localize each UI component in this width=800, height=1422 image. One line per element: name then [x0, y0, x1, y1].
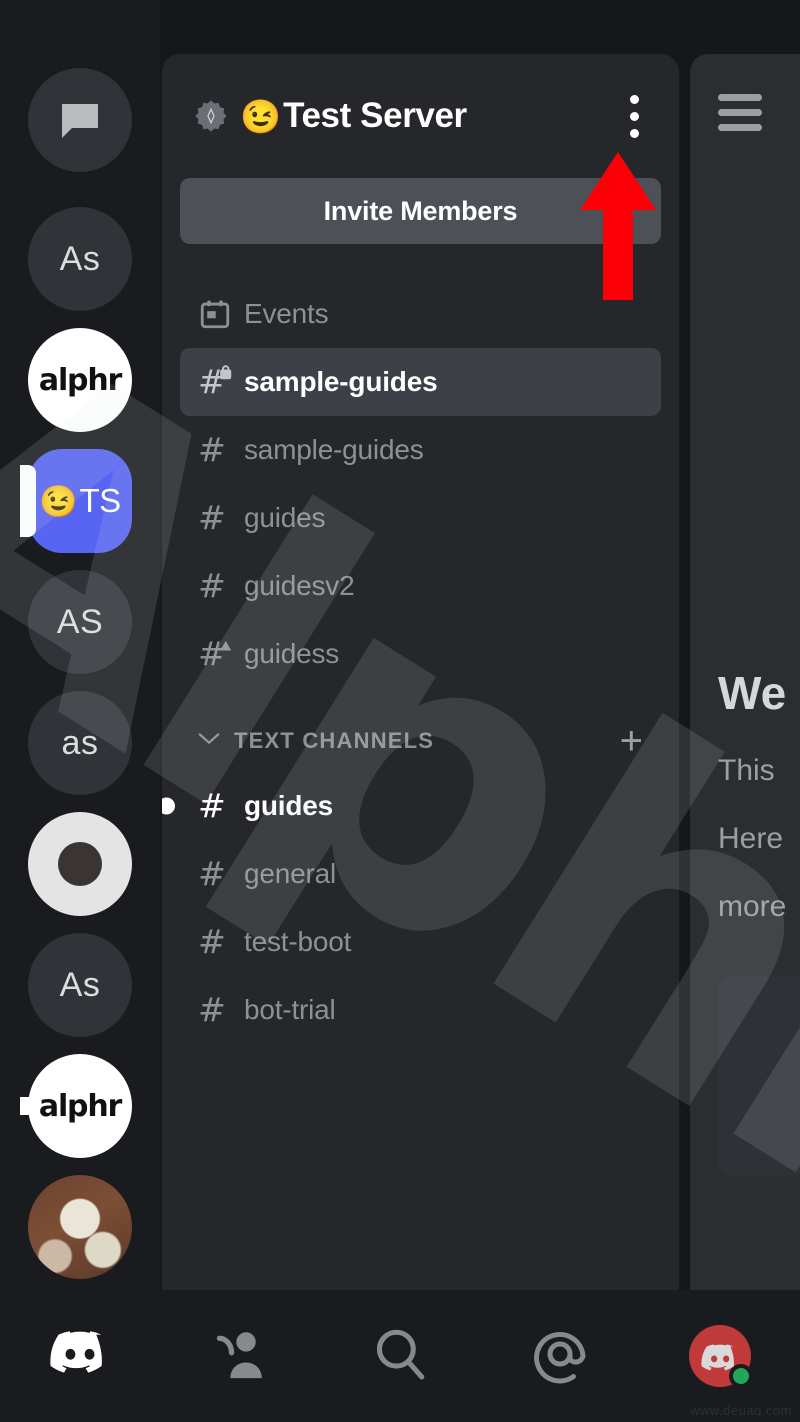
- sidebar-item-guild-as-4[interactable]: As: [28, 933, 132, 1037]
- channel-label: guides: [244, 502, 326, 533]
- at-mention-icon: [530, 1324, 590, 1389]
- channel-item-test-boot[interactable]: # test-boot: [180, 908, 661, 976]
- welcome-line-3: more: [718, 890, 787, 923]
- channel-label: guidess: [244, 638, 340, 669]
- server-emoji: 😉: [240, 97, 282, 135]
- chat-body: We This Here more: [690, 178, 800, 1204]
- hamburger-menu-icon[interactable]: [718, 93, 762, 139]
- hash-icon: #: [198, 789, 244, 823]
- guild-avatar-test-server: 😉 TS: [28, 449, 132, 553]
- sidebar-item-guild-alphr-1[interactable]: alphr: [28, 328, 132, 432]
- sidebar-item-guild-as-3[interactable]: as: [28, 691, 132, 795]
- svg-text:#: #: [198, 569, 226, 603]
- channel-label: test-boot: [244, 926, 352, 957]
- sidebar-item-guild-as-1[interactable]: As: [28, 207, 132, 311]
- hash-icon: #: [198, 501, 244, 535]
- welcome-title: We: [718, 667, 787, 719]
- discord-mobile-screen: We This Here more As alphr 😉 TS AS as As…: [0, 0, 800, 1422]
- welcome-line-2: Here: [718, 822, 784, 855]
- guild-wordmark: alphr: [28, 328, 132, 432]
- svg-text:#: #: [198, 637, 226, 671]
- channel-item-sample-guides[interactable]: # sample-guides: [180, 416, 661, 484]
- chat-panel: We This Here more: [690, 54, 800, 1290]
- nav-friends[interactable]: [160, 1290, 320, 1422]
- calendar-icon: [198, 297, 244, 331]
- hash-warning-icon: #: [198, 637, 244, 671]
- hash-icon: #: [198, 569, 244, 603]
- sidebar-item-guild-as-2[interactable]: AS: [28, 570, 132, 674]
- guild-avatar-photo: [28, 1175, 132, 1279]
- search-icon: [371, 1325, 429, 1388]
- nav-mentions[interactable]: [480, 1290, 640, 1422]
- guild-initials: TS: [79, 482, 121, 519]
- nav-home[interactable]: [0, 1290, 160, 1422]
- three-dot-overflow-icon[interactable]: [611, 88, 657, 144]
- channel-item-general[interactable]: # general: [180, 840, 661, 908]
- svg-text:#: #: [198, 993, 226, 1027]
- channel-item-guidesv2[interactable]: # guidesv2: [180, 552, 661, 620]
- guild-wordmark: alphr: [28, 1054, 132, 1158]
- svg-text:#: #: [198, 789, 226, 823]
- selected-guild-pill: [20, 465, 36, 537]
- alphr-wordmark-text: alphr: [38, 1088, 122, 1124]
- sidebar-item-guild-test-server[interactable]: 😉 TS: [20, 449, 132, 553]
- channel-label: guides: [244, 790, 334, 821]
- channel-item-guides-top[interactable]: # guides: [180, 484, 661, 552]
- svg-text:#: #: [198, 501, 226, 535]
- chevron-down-icon[interactable]: [198, 732, 220, 751]
- svg-text:#: #: [198, 925, 226, 959]
- server-boost-badge-icon: [195, 100, 227, 132]
- svg-text:#: #: [198, 857, 226, 891]
- channel-item-sample-guides-private[interactable]: # sample-guides: [180, 348, 661, 416]
- channel-item-guidess[interactable]: # guidess: [180, 620, 661, 688]
- wink-emoji: 😉: [39, 483, 79, 519]
- site-watermark: www.deuaq.com: [690, 1403, 792, 1418]
- category-text-channels[interactable]: TEXT CHANNELS +: [180, 710, 661, 772]
- friends-icon: [211, 1325, 269, 1388]
- channel-item-guides[interactable]: # guides: [162, 772, 661, 840]
- channel-label: general: [244, 858, 337, 889]
- hash-icon: #: [198, 433, 244, 467]
- discord-logo-icon: [49, 1323, 111, 1390]
- ring-logo-icon: [28, 812, 132, 916]
- chat-header: [690, 54, 800, 178]
- svg-text:#: #: [198, 433, 226, 467]
- hash-lock-icon: #: [198, 365, 244, 399]
- sidebar-item-guild-alphr-2[interactable]: alphr: [20, 1054, 132, 1158]
- bottom-navigation-bar[interactable]: [0, 1290, 800, 1422]
- red-up-arrow-icon: [580, 152, 656, 300]
- sidebar-item-guild-dog-photo[interactable]: [28, 1175, 132, 1279]
- category-label: TEXT CHANNELS: [234, 728, 435, 753]
- guild-initials: as: [28, 691, 132, 795]
- hash-icon: #: [198, 925, 244, 959]
- channel-label: sample-guides: [244, 434, 424, 465]
- sidebar-item-direct-messages[interactable]: [28, 68, 132, 172]
- hash-icon: #: [198, 993, 244, 1027]
- hash-icon: #: [198, 857, 244, 891]
- nav-search[interactable]: [320, 1290, 480, 1422]
- channel-label: bot-trial: [244, 994, 336, 1025]
- embed-card[interactable]: [718, 976, 800, 1176]
- channel-label: guidesv2: [244, 570, 355, 601]
- channel-item-bot-trial[interactable]: # bot-trial: [180, 976, 661, 1044]
- welcome-line-1: This: [718, 754, 775, 787]
- unread-guild-pill: [20, 1097, 36, 1115]
- status-badge-online: [729, 1364, 753, 1388]
- guild-initials: As: [28, 207, 132, 311]
- plus-icon[interactable]: +: [620, 721, 643, 761]
- speech-bubble-icon: [28, 68, 132, 172]
- sidebar-item-guild-ring[interactable]: [28, 812, 132, 916]
- server-rail[interactable]: As alphr 😉 TS AS as As alphr: [0, 0, 160, 1400]
- guild-initials: AS: [28, 570, 132, 674]
- unread-indicator-dot: [162, 797, 175, 815]
- invite-members-label: Invite Members: [323, 195, 518, 226]
- channel-list[interactable]: Events # sample-guides # sample-guides #…: [162, 244, 679, 1044]
- guild-initials: As: [28, 933, 132, 1037]
- page-title: Test Server: [283, 96, 467, 135]
- sidebar-item-label: Events: [244, 298, 329, 329]
- avatar: [689, 1325, 753, 1388]
- channel-label: sample-guides: [244, 366, 438, 397]
- alphr-wordmark-text: alphr: [38, 362, 122, 398]
